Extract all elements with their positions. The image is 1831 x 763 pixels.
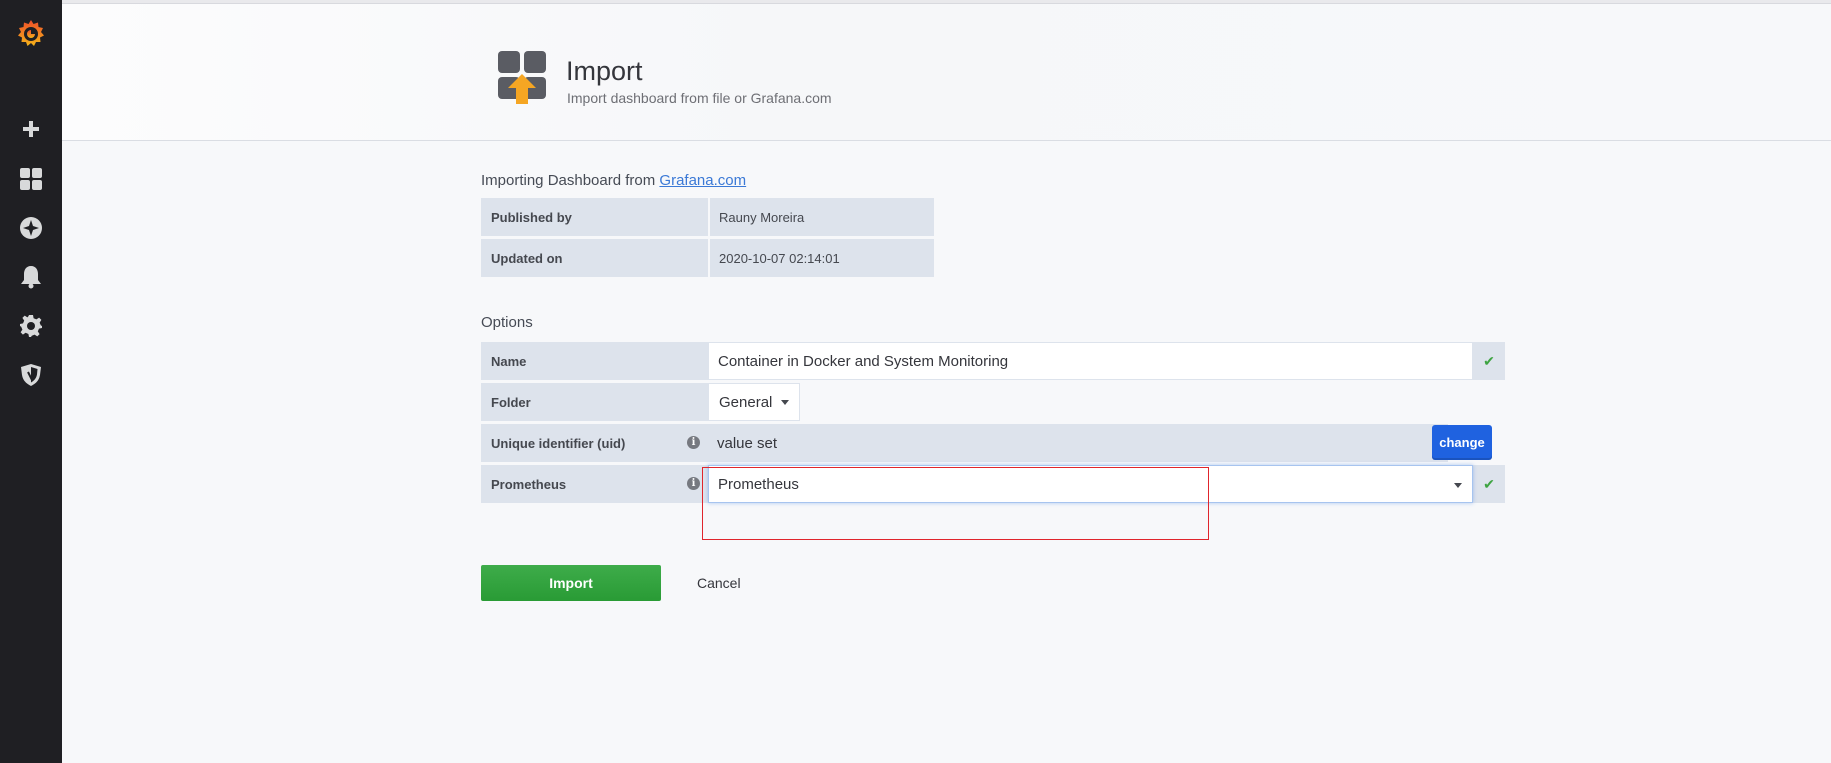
datasource-selected-value: Prometheus xyxy=(718,475,799,493)
info-icon[interactable]: i xyxy=(687,436,700,449)
datasource-valid-check-icon: ✔ xyxy=(1473,465,1505,503)
datasource-row: Prometheus i Prometheus ✔ xyxy=(481,465,1505,503)
configuration-gear-icon[interactable] xyxy=(0,306,62,346)
options-heading: Options xyxy=(481,314,533,331)
name-row: Name Container in Docker and System Moni… xyxy=(481,342,1505,380)
uid-label-text: Unique identifier (uid) xyxy=(491,435,626,451)
folder-label: Folder xyxy=(481,383,708,421)
grafana-com-link[interactable]: Grafana.com xyxy=(659,172,746,189)
folder-row: Folder General xyxy=(481,383,801,421)
plus-icon[interactable] xyxy=(0,109,62,149)
info-value: 2020-10-07 02:14:01 xyxy=(710,239,934,277)
name-label: Name xyxy=(481,342,708,380)
explore-compass-icon[interactable] xyxy=(0,208,62,248)
info-row-updated-on: Updated on 2020-10-07 02:14:01 xyxy=(481,239,934,277)
datasource-select[interactable]: Prometheus xyxy=(708,465,1473,503)
name-valid-check-icon: ✔ xyxy=(1473,342,1505,380)
name-input[interactable]: Container in Docker and System Monitorin… xyxy=(708,342,1473,380)
info-label: Published by xyxy=(481,198,708,236)
datasource-label-text: Prometheus xyxy=(491,476,567,492)
folder-select[interactable]: General xyxy=(708,383,801,421)
folder-selected-value: General xyxy=(719,393,773,411)
uid-row: Unique identifier (uid) i value set xyxy=(481,424,1448,462)
sidebar xyxy=(0,0,62,763)
info-value: Rauny Moreira xyxy=(710,198,934,236)
uid-value: value set xyxy=(708,424,1448,462)
change-uid-button[interactable]: change xyxy=(1432,425,1492,460)
dashboard-info-table: Published by Rauny Moreira Updated on 20… xyxy=(481,198,934,280)
cancel-button[interactable]: Cancel xyxy=(697,565,741,601)
page-header: Import Import dashboard from file or Gra… xyxy=(62,4,1831,141)
chevron-down-icon xyxy=(781,399,790,405)
import-button[interactable]: Import xyxy=(481,565,661,601)
import-dashboard-icon xyxy=(497,50,549,108)
chevron-down-icon xyxy=(1454,483,1462,488)
server-admin-shield-icon[interactable] xyxy=(0,355,62,395)
datasource-label: Prometheus i xyxy=(481,465,708,503)
page-subtitle: Import dashboard from file or Grafana.co… xyxy=(567,90,832,106)
info-row-published-by: Published by Rauny Moreira xyxy=(481,198,934,236)
page-title: Import xyxy=(566,56,643,86)
import-source-text: Importing Dashboard from Grafana.com xyxy=(481,172,746,189)
grafana-logo-icon[interactable] xyxy=(0,14,62,54)
info-icon[interactable]: i xyxy=(687,477,700,490)
uid-label: Unique identifier (uid) i xyxy=(481,424,708,462)
dashboards-icon[interactable] xyxy=(0,159,62,199)
alerting-bell-icon[interactable] xyxy=(0,257,62,297)
import-source-prefix: Importing Dashboard from xyxy=(481,172,660,189)
info-label: Updated on xyxy=(481,239,708,277)
